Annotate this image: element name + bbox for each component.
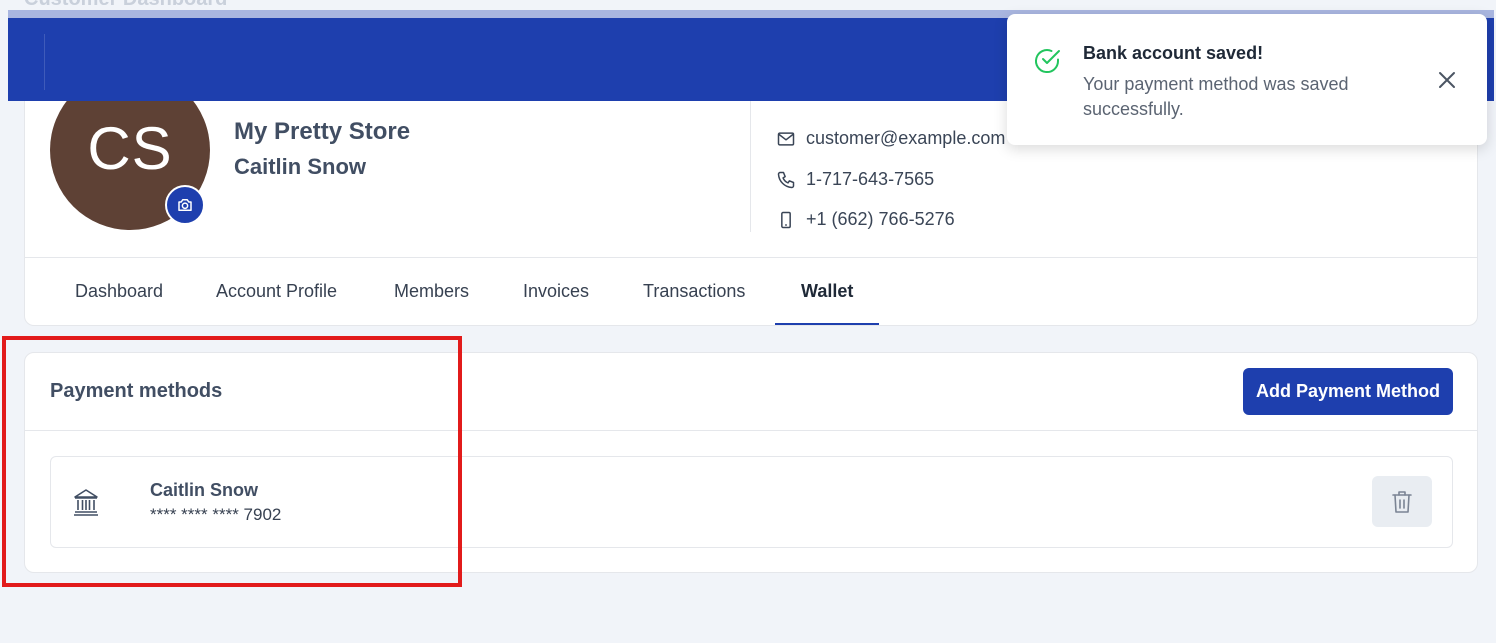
tab-wallet[interactable]: Wallet (801, 281, 853, 302)
email-text[interactable]: customer@example.com (806, 128, 1005, 149)
phone-text[interactable]: 1-717-643-7565 (806, 169, 934, 190)
phone-icon (777, 171, 795, 188)
avatar-initials: CS (87, 115, 173, 182)
tab-members[interactable]: Members (394, 281, 469, 302)
store-name: My Pretty Store (234, 118, 411, 145)
change-avatar-button[interactable] (165, 185, 205, 225)
delete-payment-method-button[interactable] (1372, 476, 1432, 527)
trash-icon (1392, 490, 1412, 513)
profile-divider (750, 101, 751, 232)
header-divider (44, 34, 45, 90)
contact-email: customer@example.com (776, 128, 1005, 149)
tab-account-profile[interactable]: Account Profile (216, 281, 337, 302)
customer-name: Caitlin Snow (234, 154, 366, 179)
mobile-text[interactable]: +1 (662) 766-5276 (806, 209, 955, 230)
highlight-box (2, 336, 462, 587)
toast-title: Bank account saved! (1083, 43, 1264, 63)
contact-mobile: +1 (662) 766-5276 (776, 209, 955, 230)
tabs-divider (25, 257, 1477, 258)
mail-icon (777, 131, 795, 146)
mobile-icon (781, 211, 791, 228)
check-circle-icon (1035, 49, 1060, 73)
contact-phone: 1-717-643-7565 (776, 169, 934, 190)
close-icon (1439, 72, 1455, 88)
tab-transactions[interactable]: Transactions (643, 281, 745, 302)
active-tab-indicator (775, 323, 879, 325)
tab-invoices[interactable]: Invoices (523, 281, 589, 302)
camera-icon (178, 199, 192, 211)
tab-dashboard[interactable]: Dashboard (75, 281, 163, 302)
toast-close-button[interactable] (1434, 67, 1460, 93)
toast-message: Your payment method was saved successful… (1083, 74, 1349, 119)
add-payment-method-button[interactable]: Add Payment Method (1243, 368, 1453, 415)
